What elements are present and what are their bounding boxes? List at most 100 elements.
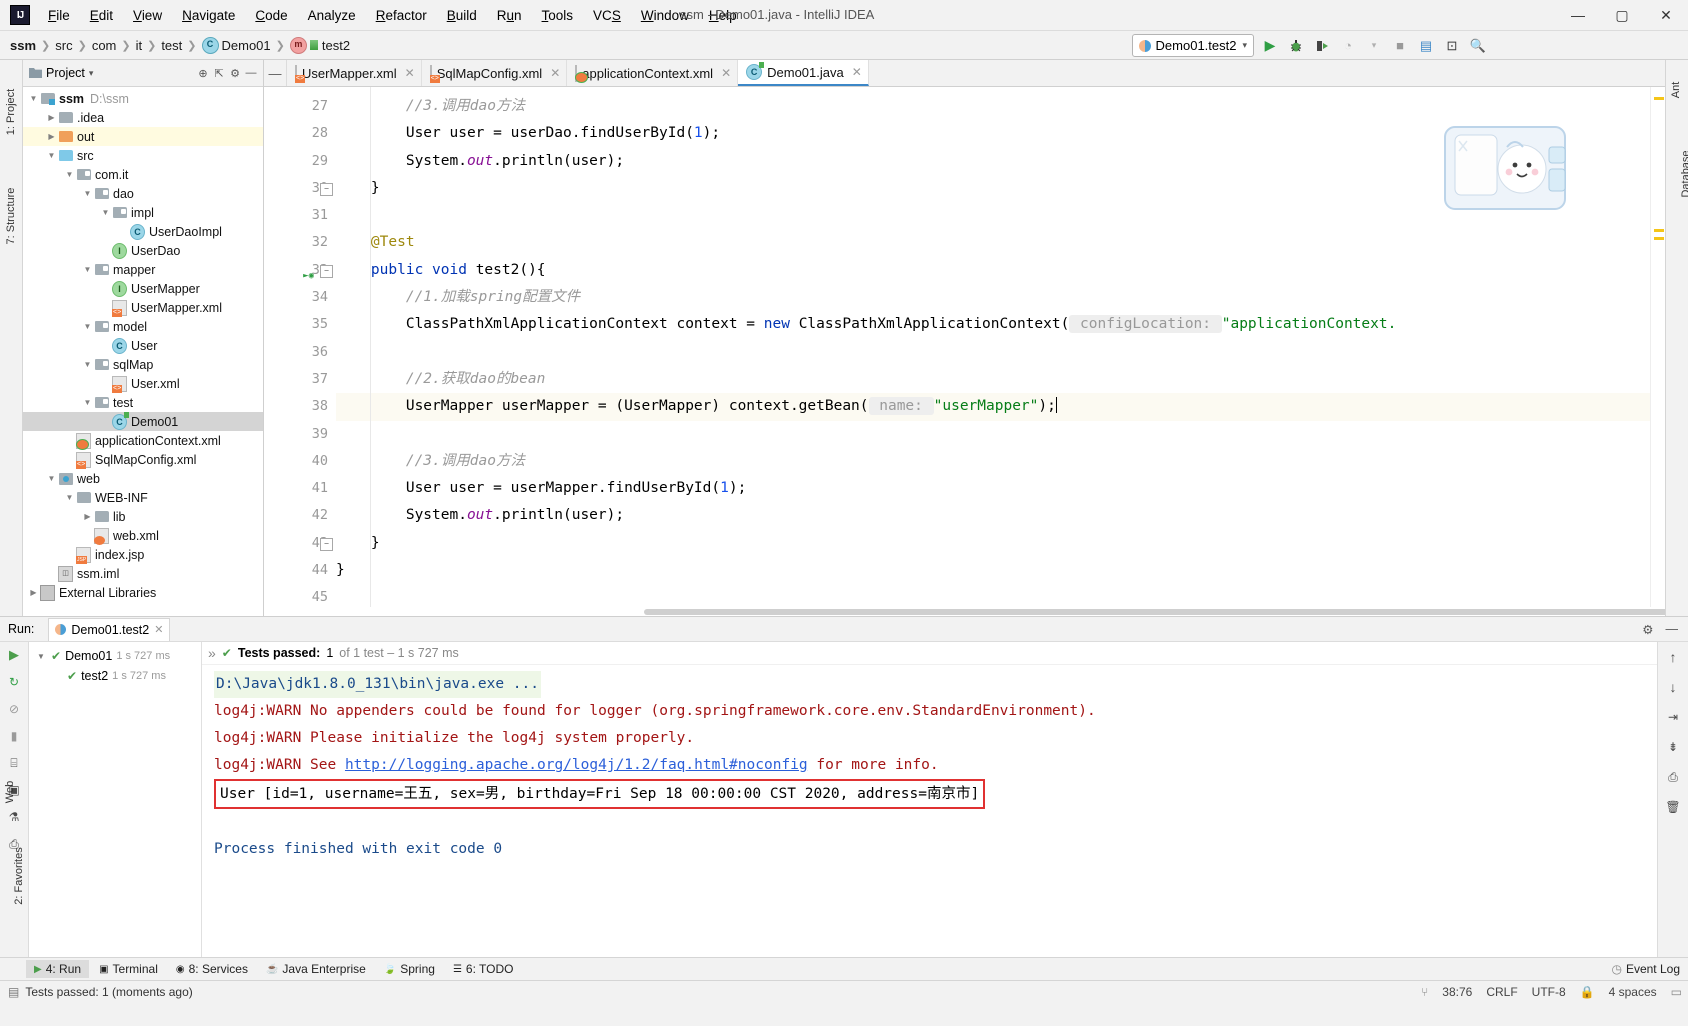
menu-vcs[interactable]: VCS [583, 4, 631, 27]
caret-position[interactable]: 38:76 [1442, 985, 1472, 999]
line-separator[interactable]: CRLF [1486, 985, 1517, 999]
tree-node-mapper[interactable]: ▼ mapper [23, 260, 263, 279]
tree-node-demo01[interactable]: C Demo01 [23, 411, 263, 431]
menu-edit[interactable]: Edit [80, 4, 123, 27]
locate-icon[interactable]: ⊕ [195, 65, 211, 81]
tree-twisty[interactable]: ▶ [81, 512, 94, 521]
run-button[interactable]: ▶ [1260, 36, 1280, 56]
test-node-test2[interactable]: ✔ test2 1 s 727 ms [29, 666, 201, 686]
tree-node-ssm-iml[interactable]: ◫ ssm.iml [23, 564, 263, 583]
editor-tab-demo01-java[interactable]: C Demo01.java ✕ [738, 60, 869, 86]
code-line[interactable]: @Test [336, 229, 1650, 256]
console-output[interactable]: D:\Java\jdk1.8.0_131\bin\java.exe ... log… [202, 665, 1657, 957]
tree-node-userdao[interactable]: I UserDao [23, 241, 263, 260]
tree-twisty[interactable]: ▶ [45, 132, 58, 141]
code-line[interactable]: //2.获取dao的bean [336, 366, 1650, 393]
tree-node-out[interactable]: ▶ out [23, 127, 263, 146]
collapse-all-icon[interactable]: ⇱ [211, 65, 227, 81]
search-everywhere-icon[interactable]: 🔍 [1468, 36, 1488, 56]
tool-window-services[interactable]: ◉ 8: Services [168, 960, 256, 978]
tree-node-applicationcontext-xml[interactable]: applicationContext.xml [23, 431, 263, 450]
hide-icon[interactable]: — [1666, 622, 1679, 636]
code-line[interactable]: UserMapper userMapper = (UserMapper) con… [336, 393, 1650, 421]
tree-twisty[interactable]: ▼ [45, 474, 58, 483]
hide-tabs-icon[interactable]: — [264, 60, 287, 86]
code-line[interactable] [336, 421, 1650, 448]
code-line[interactable] [336, 584, 1650, 607]
tool-window-structure[interactable]: 7: Structure [5, 186, 17, 246]
editor-tab-bar[interactable]: — UserMapper.xml✕SqlMapConfig.xml✕applic… [264, 60, 1665, 87]
project-tree[interactable]: ▼ ssm D:\ssm ▶ .idea ▶ out ▼ src ▼ com.it ▼ dao ▼ impl… [23, 87, 263, 616]
tree-twisty[interactable]: ▼ [81, 189, 94, 198]
tree-node-dao[interactable]: ▼ dao [23, 184, 263, 203]
breadcrumb-item-demo01[interactable]: Demo01 [222, 38, 271, 53]
tree-node-sqlmap[interactable]: ▼ sqlMap [23, 355, 263, 374]
menu-refactor[interactable]: Refactor [366, 4, 437, 27]
menu-tools[interactable]: Tools [532, 4, 584, 27]
tree-twisty[interactable]: ▼ [81, 398, 94, 407]
chevron-down-icon[interactable]: ▾ [89, 68, 94, 79]
tool-window-java-enterprise[interactable]: ☕ Java Enterprise [258, 960, 374, 978]
menu-code[interactable]: Code [245, 4, 297, 27]
event-log-button[interactable]: ◷ Event Log [1603, 960, 1688, 978]
tree-twisty[interactable]: ▼ [99, 208, 112, 217]
stop-button[interactable]: ■ [1390, 36, 1410, 56]
code-line[interactable]: ClassPathXmlApplicationContext context =… [336, 311, 1650, 338]
menu-analyze[interactable]: Analyze [298, 4, 366, 27]
debug-button[interactable] [1286, 36, 1306, 56]
tool-window-web[interactable]: Web [4, 762, 16, 822]
hide-icon[interactable]: — [243, 65, 259, 81]
maximize-button[interactable]: ▢ [1600, 0, 1644, 30]
branch-icon[interactable]: ⑂ [1421, 985, 1428, 999]
tree-node-com-it[interactable]: ▼ com.it [23, 165, 263, 184]
chevron-down-icon[interactable]: ▾ [1242, 40, 1247, 51]
tree-node-web-inf[interactable]: ▼ WEB-INF [23, 488, 263, 507]
tree-node-usermapper[interactable]: I UserMapper [23, 279, 263, 298]
tree-node-user[interactable]: C User [23, 336, 263, 355]
menu-run[interactable]: Run [487, 4, 532, 27]
profile-dropdown-icon[interactable]: ▾ [1364, 36, 1384, 56]
preview-button[interactable]: ⊡ [1442, 36, 1462, 56]
menu-bar[interactable]: File Edit View Navigate Code Analyze Ref… [38, 4, 747, 27]
run-with-coverage-button[interactable] [1312, 36, 1332, 56]
tree-node-ssm[interactable]: ▼ ssm D:\ssm [23, 89, 263, 108]
tree-node-userdaoimpl[interactable]: C UserDaoImpl [23, 222, 263, 241]
run-test-gutter-icon[interactable]: ►◉ [300, 263, 314, 281]
tree-node-lib[interactable]: ▶ lib [23, 507, 263, 526]
tool-window-project[interactable]: 1: Project [5, 82, 17, 142]
code-line[interactable]: //3.调用dao方法 [336, 448, 1650, 475]
code-line[interactable]: User user = userMapper.findUserById(1); [336, 475, 1650, 502]
scroll-down-icon[interactable]: ↓ [1664, 678, 1682, 696]
breadcrumb-item-ssm[interactable]: ssm [10, 38, 36, 53]
menu-build[interactable]: Build [437, 4, 487, 27]
breadcrumb[interactable]: ssm ❯ src ❯ com ❯ it ❯ test ❯ C Demo01 ❯… [10, 36, 350, 54]
tree-node-web[interactable]: ▼ web [23, 469, 263, 488]
fold-marker[interactable]: − [320, 182, 333, 196]
breadcrumb-item-src[interactable]: src [55, 38, 72, 53]
tool-window-ant[interactable]: Ant [1670, 60, 1682, 120]
soft-wrap-icon[interactable]: ⇥ [1664, 708, 1682, 726]
profile-button[interactable]: ◔ [1338, 36, 1358, 56]
editor-tab-usermapper-xml[interactable]: UserMapper.xml ✕ [287, 60, 422, 86]
minimize-button[interactable]: — [1556, 0, 1600, 30]
code-line[interactable] [336, 339, 1650, 366]
tree-twisty[interactable]: ▼ [45, 151, 58, 160]
fold-marker[interactable]: − [320, 537, 333, 551]
pause-icon[interactable]: ▮ [5, 727, 23, 745]
close-icon[interactable]: ✕ [550, 66, 560, 80]
editor-marker-gutter[interactable] [1650, 87, 1665, 607]
print-icon[interactable]: ⎙ [1664, 768, 1682, 786]
code-line[interactable]: } [336, 530, 1650, 557]
breadcrumb-item-test[interactable]: test [161, 38, 182, 53]
tree-twisty[interactable]: ▼ [81, 322, 94, 331]
tree-twisty[interactable]: ▼ [81, 360, 94, 369]
indent-setting[interactable]: 4 spaces [1609, 985, 1657, 999]
menu-view[interactable]: View [123, 4, 172, 27]
breadcrumb-item-it[interactable]: it [136, 38, 143, 53]
rerun-icon[interactable]: ▶ [5, 646, 23, 664]
test-results-tree[interactable]: ▼ ✔ Demo01 1 s 727 ms ✔ test2 1 s 727 ms [29, 642, 202, 957]
tool-window-todo[interactable]: ☰ 6: TODO [445, 960, 522, 978]
lock-icon[interactable]: 🔒 [1580, 985, 1595, 999]
editor-horizontal-scrollbar[interactable] [264, 607, 1688, 616]
fold-marker[interactable]: − [320, 264, 333, 278]
